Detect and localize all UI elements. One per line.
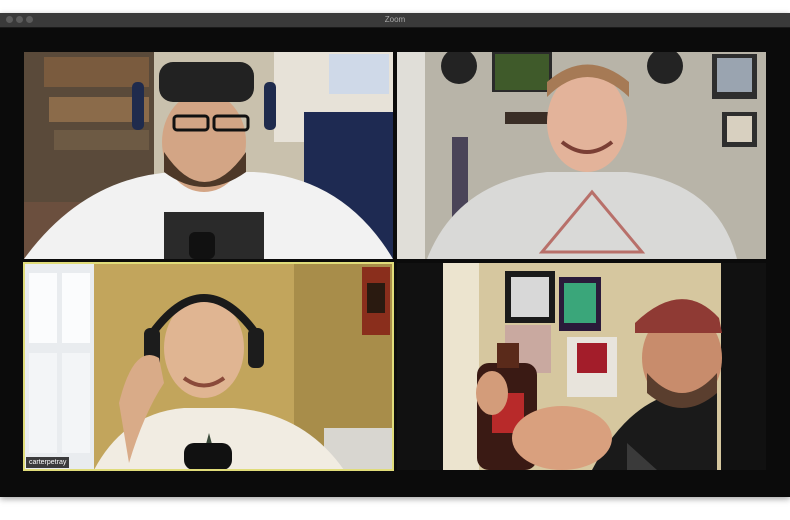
participant-name-tag: carterpetray — [26, 457, 70, 468]
video-feed-2 — [397, 52, 766, 259]
zoom-window: Zoom carterpetray — [0, 13, 790, 497]
video-feed-4 — [397, 263, 766, 470]
video-feed-3 — [24, 263, 393, 470]
video-tile-participant-2[interactable] — [397, 52, 766, 259]
video-tile-participant-4[interactable] — [397, 263, 766, 470]
window-title: Zoom — [384, 15, 406, 24]
title-bar: Zoom — [0, 13, 790, 28]
video-tile-participant-3[interactable]: carterpetray — [23, 262, 394, 471]
video-feed-1 — [24, 52, 393, 259]
video-tile-participant-1[interactable] — [24, 52, 393, 259]
